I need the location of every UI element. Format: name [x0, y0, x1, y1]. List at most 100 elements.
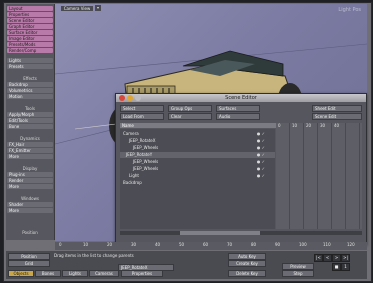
timeline-tick: 100 — [299, 242, 307, 247]
sidebar-section-position: Position — [22, 230, 38, 235]
scene-edit-dropdown[interactable]: Scene Edit — [312, 113, 362, 120]
lights-button[interactable]: Lights — [62, 270, 88, 277]
sidebar-item-motion[interactable]: Motion — [7, 94, 53, 99]
sidebar-item-apply-morph[interactable]: Apply/Morph — [7, 112, 53, 117]
go-to-start-icon[interactable]: |< — [314, 254, 323, 262]
timeline-tick: 50 — [179, 242, 185, 247]
timeline-tick: 90 — [275, 242, 281, 247]
timeline-tick: 30 — [131, 242, 137, 247]
sidebar-item-layout[interactable]: Layout — [7, 6, 53, 11]
timeline-tick: 40 — [334, 123, 340, 128]
stop-icon[interactable]: ■ — [332, 263, 341, 271]
sidebar-item-fx-hair[interactable]: FX_Hair — [7, 142, 53, 147]
scene-editor-titlebar[interactable]: Scene Editor — [116, 94, 366, 102]
delete-key-button[interactable]: Delete Key — [228, 270, 266, 277]
item-name: Backdrop — [123, 180, 142, 185]
sidebar-item-render-comp[interactable]: Render/Comp — [7, 48, 53, 53]
group-ops-dropdown[interactable]: Group Ops — [168, 105, 212, 112]
list-item[interactable]: Backdrop — [120, 180, 275, 186]
sidebar-section-display: Display — [22, 166, 38, 171]
timeline-tick: 80 — [251, 242, 257, 247]
visibility-icon[interactable]: ● ✓ — [257, 131, 265, 137]
grid-field[interactable]: Grid — [8, 260, 50, 267]
list-item[interactable]: JEEP_Wheels ● ✓ — [120, 145, 275, 151]
go-to-end-icon[interactable]: >| — [341, 254, 350, 262]
visibility-icon[interactable]: ● ✓ — [257, 138, 265, 144]
list-item[interactable]: JEEP_Wheels ● ✓ — [120, 166, 275, 172]
visibility-icon[interactable]: ● ✓ — [257, 166, 265, 172]
sidebar-item-more-3[interactable]: More — [7, 208, 53, 213]
sheet-edit-dropdown[interactable]: Sheet Edit — [312, 105, 362, 112]
auto-key-button[interactable]: Auto Key — [228, 253, 266, 260]
visibility-icon[interactable]: ● ✓ — [257, 145, 265, 151]
sidebar-item-bone[interactable]: Bone — [7, 124, 53, 129]
clear-dropdown[interactable]: Clear — [168, 113, 212, 120]
bones-button[interactable]: Bones — [35, 270, 61, 277]
sidebar-item-shader[interactable]: Shader — [7, 202, 53, 207]
timeline-tick: 10 — [83, 242, 89, 247]
timeline-tick: 110 — [323, 242, 331, 247]
objects-button[interactable]: Objects — [8, 270, 34, 277]
step-field[interactable]: Step — [282, 270, 314, 277]
timeline-tick: 120 — [347, 242, 355, 247]
sidebar-item-surface-editor[interactable]: Surface Editor — [7, 30, 53, 35]
properties-button[interactable]: Properties — [121, 270, 163, 277]
item-name: JEEP_Wheels — [133, 145, 159, 150]
timeline-tick: 30 — [320, 123, 326, 128]
frame-step-field[interactable]: 1 — [341, 263, 350, 271]
surfaces-dropdown[interactable]: Surfaces — [216, 105, 260, 112]
sidebar-item-render[interactable]: Render — [7, 178, 53, 183]
sidebar-item-more-2[interactable]: More — [7, 184, 53, 189]
item-name: JEEP_RotateX — [129, 138, 156, 143]
sidebar-item-more-1[interactable]: More — [7, 154, 53, 159]
audio-dropdown[interactable]: Audio — [216, 113, 260, 120]
sidebar-item-graph-editor[interactable]: Graph Editor — [7, 24, 53, 29]
sidebar-item-scene-editor[interactable]: Scene Editor — [7, 18, 53, 23]
sidebar-item-fx-emitter[interactable]: FX_Emitter — [7, 148, 53, 153]
bottom-control-bar: Position Grid Drag items in the list to … — [6, 251, 367, 279]
item-name: Light — [129, 173, 139, 178]
play-icon[interactable]: > — [332, 254, 341, 262]
timeline-tick: 20 — [107, 242, 113, 247]
visibility-icon[interactable]: ● ✓ — [257, 159, 265, 165]
sidebar-item-lights[interactable]: Lights — [7, 58, 53, 63]
step-back-icon[interactable]: < — [323, 254, 332, 262]
sidebar-item-volumetrics[interactable]: Volumetrics — [7, 88, 53, 93]
list-item[interactable]: JEEP_Wheels ● ✓ — [120, 159, 275, 165]
scene-editor-timeline[interactable]: 0 10 20 30 40 — [276, 123, 362, 229]
list-item[interactable]: JEEP_RotateX ● ✓ — [120, 138, 275, 144]
item-name: JEEP_Wheels — [133, 159, 159, 164]
item-name: Camera — [123, 131, 139, 136]
frame-timeline[interactable]: 0 10 20 30 40 50 60 70 80 90 100 110 120 — [55, 242, 367, 250]
timeline-tick: 60 — [203, 242, 209, 247]
timeline-tick: 20 — [306, 123, 312, 128]
sidebar-item-image-editor[interactable]: Image Editor — [7, 36, 53, 41]
sidebar-item-presets-mods[interactable]: Presets/Mods — [7, 42, 53, 47]
sidebar-item-plugins[interactable]: Plug-ins — [7, 172, 53, 177]
visibility-icon[interactable]: ● ✓ — [257, 173, 265, 179]
select-dropdown[interactable]: Select — [120, 105, 164, 112]
item-name: JEEP_RotateY — [126, 152, 153, 157]
scrollbar-thumb[interactable] — [180, 231, 260, 235]
sidebar-item-edit-tools[interactable]: Edit/Tools — [7, 118, 53, 123]
toolbar-sidebar: Layout Properties Scene Editor Graph Edi… — [6, 4, 55, 240]
sidebar-section-effects: Effects — [23, 76, 37, 81]
position-button[interactable]: Position — [8, 253, 50, 260]
sidebar-item-backdrop[interactable]: Backdrop — [7, 82, 53, 87]
visibility-icon[interactable]: ● ✓ — [257, 152, 265, 158]
list-item[interactable]: Camera ● ✓ — [120, 131, 275, 137]
timeline-tick: 0 — [59, 242, 62, 247]
sidebar-item-presets[interactable]: Presets — [7, 64, 53, 69]
scene-item-list[interactable]: Camera ● ✓ JEEP_RotateX ● ✓ JEEP_Wheels … — [120, 129, 275, 229]
preview-dropdown[interactable]: Preview — [282, 263, 314, 270]
sidebar-item-properties[interactable]: Properties — [7, 12, 53, 17]
list-item[interactable]: JEEP_RotateY ● ✓ — [120, 152, 275, 158]
scene-editor-window[interactable]: Scene Editor Select Group Ops Surfaces L… — [115, 93, 367, 245]
create-key-button[interactable]: Create Key — [228, 260, 266, 267]
cameras-button[interactable]: Cameras — [89, 270, 119, 277]
list-item[interactable]: Light ● ✓ — [120, 173, 275, 179]
sidebar-section-tools: Tools — [25, 106, 35, 111]
load-from-dropdown[interactable]: Load From — [120, 113, 164, 120]
horizontal-scrollbar[interactable] — [120, 231, 362, 235]
timeline-tick: 40 — [155, 242, 161, 247]
